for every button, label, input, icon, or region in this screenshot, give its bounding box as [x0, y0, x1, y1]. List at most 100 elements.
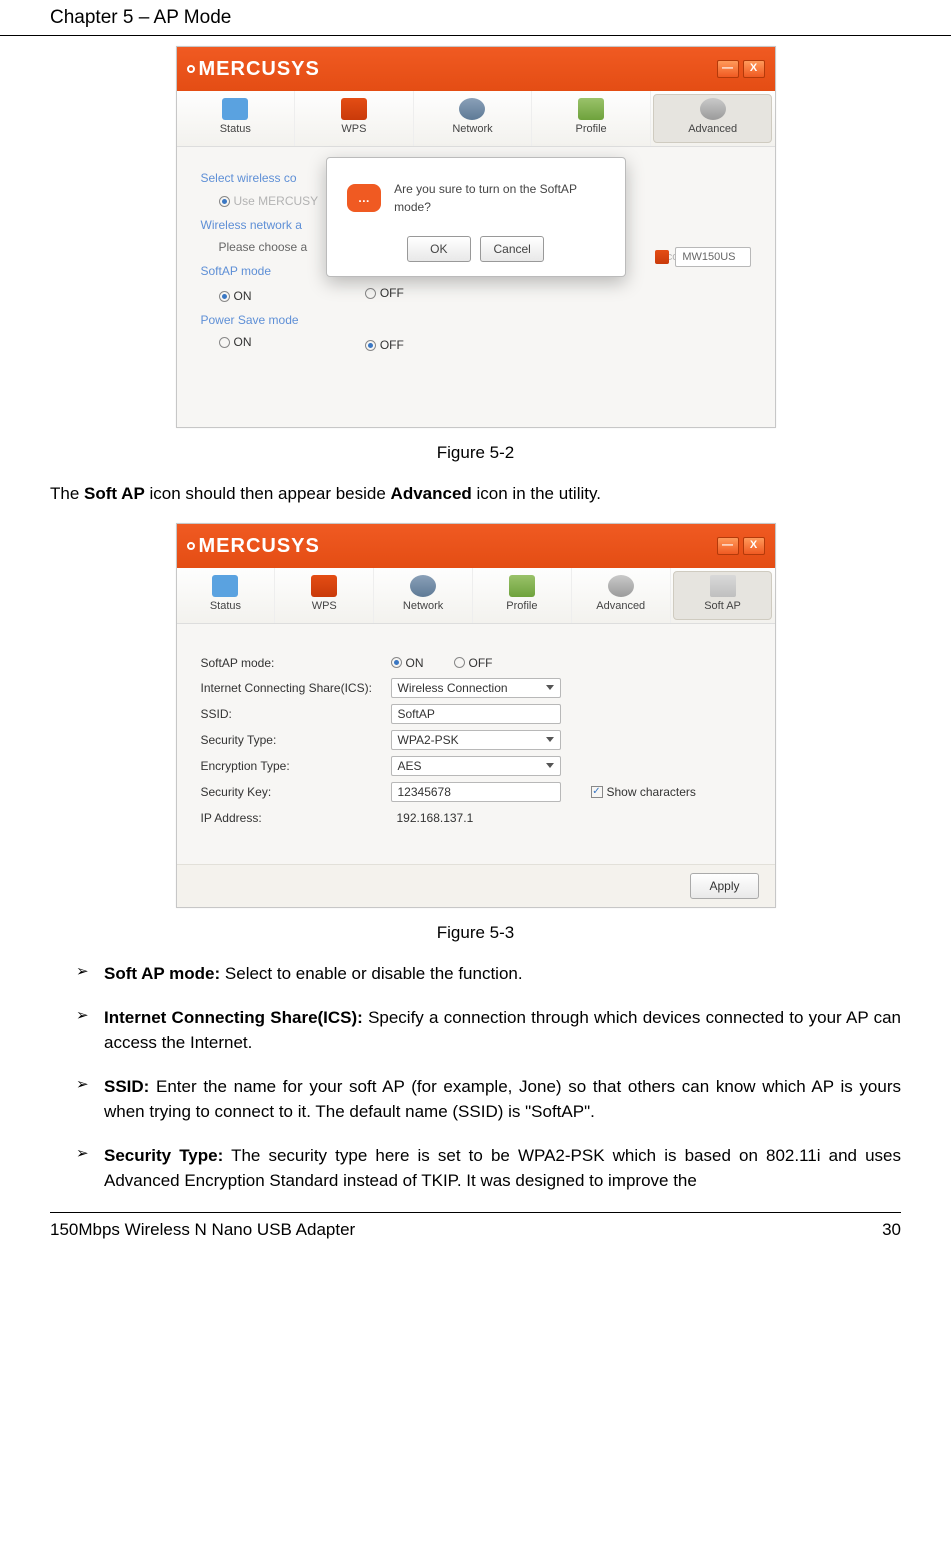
chevron-down-icon	[546, 763, 554, 768]
bullet-text: The security type here is set to be WPA2…	[104, 1146, 901, 1191]
value: WPA2-PSK	[398, 731, 459, 749]
value: SoftAP	[398, 705, 435, 723]
speech-bubble-icon: …	[347, 184, 381, 212]
radio-icon	[365, 288, 376, 299]
tab-label: Advanced	[596, 598, 645, 615]
bullet-label: SSID:	[104, 1077, 149, 1096]
advanced-term: Advanced	[391, 484, 472, 503]
bullet-ssid: ➢ SSID: Enter the name for your soft AP …	[76, 1074, 901, 1125]
window-controls: — X	[717, 60, 765, 78]
tab-label: Advanced	[688, 121, 737, 138]
network-icon	[459, 98, 485, 120]
tab-network[interactable]: Network	[374, 568, 473, 623]
minimize-button[interactable]: —	[717, 60, 739, 78]
close-button[interactable]: X	[743, 60, 765, 78]
row-enctype: Encryption Type: AES	[201, 756, 751, 776]
figure-5-3-caption: Figure 5-3	[50, 920, 901, 946]
cancel-button[interactable]: Cancel	[480, 236, 544, 262]
tab-profile[interactable]: Profile	[532, 91, 651, 146]
softap-on-radio[interactable]: ON	[391, 654, 424, 672]
softap-icon	[710, 575, 736, 597]
row-ip: IP Address: 192.168.137.1	[201, 808, 751, 828]
status-icon	[222, 98, 248, 120]
adapter-select[interactable]: MW150US	[675, 247, 750, 268]
radio-label: OFF	[380, 336, 404, 354]
use-mercusys-radio[interactable]: Use MERCUSY	[219, 192, 319, 210]
bullet-text: Enter the name for your soft AP (for exa…	[104, 1077, 901, 1122]
tab-status[interactable]: Status	[177, 568, 276, 623]
ics-select[interactable]: Wireless Connection	[391, 678, 561, 698]
tab-label: Profile	[506, 598, 537, 615]
arrow-icon: ➢	[76, 1143, 89, 1166]
tab-advanced[interactable]: Advanced	[653, 94, 773, 143]
close-button[interactable]: X	[743, 537, 765, 555]
ssid-input[interactable]: SoftAP	[391, 704, 561, 724]
tab-wps[interactable]: WPS	[295, 91, 414, 146]
arrow-icon: ➢	[76, 961, 89, 984]
label: Internet Connecting Share(ICS):	[201, 679, 391, 697]
tab-label: Status	[220, 121, 251, 138]
figure-5-2-caption: Figure 5-2	[50, 440, 901, 466]
window-controls: — X	[717, 537, 765, 555]
softap-off-radio[interactable]: OFF	[454, 654, 493, 672]
advanced-icon	[608, 575, 634, 597]
sectype-select[interactable]: WPA2-PSK	[391, 730, 561, 750]
bullet-ics: ➢ Internet Connecting Share(ICS): Specif…	[76, 1005, 901, 1056]
brand-logo: MERCUSYS	[187, 54, 320, 84]
enctype-select[interactable]: AES	[391, 756, 561, 776]
show-chars-checkbox[interactable]: ✓Show characters	[591, 783, 696, 801]
seckey-input[interactable]: 12345678	[391, 782, 561, 802]
wps-icon	[341, 98, 367, 120]
text: icon in the utility.	[472, 484, 601, 503]
text: The	[50, 484, 84, 503]
page-header: Chapter 5 – AP Mode	[0, 0, 951, 36]
tab-label: Network	[452, 121, 492, 138]
apply-button[interactable]: Apply	[690, 873, 758, 899]
label: IP Address:	[201, 809, 391, 827]
tab-profile[interactable]: Profile	[473, 568, 572, 623]
tab-bar: Status WPS Network Profile Advanced	[177, 91, 775, 147]
label: Encryption Type:	[201, 757, 391, 775]
bullet-text: Select to enable or disable the function…	[220, 964, 522, 983]
page-footer: 150Mbps Wireless N Nano USB Adapter 30	[50, 1212, 901, 1243]
adapter-dropdown[interactable]: MW150US	[655, 247, 750, 268]
brand-logo: MERCUSYS	[187, 531, 320, 561]
tab-status[interactable]: Status	[177, 91, 296, 146]
softap-panel: SoftAP mode: ON OFF Internet Connecting …	[177, 624, 775, 864]
ok-button[interactable]: OK	[407, 236, 471, 262]
tab-network[interactable]: Network	[414, 91, 533, 146]
section-powersave: Power Save mode	[201, 311, 751, 329]
tab-softap[interactable]: Soft AP	[673, 571, 773, 620]
label: Security Key:	[201, 783, 391, 801]
tab-label: Status	[210, 598, 241, 615]
content-area: MERCUSYS — X Status WPS Network Profile …	[0, 36, 951, 1194]
figure-5-3-window: MERCUSYS — X Status WPS Network Profile …	[176, 523, 776, 908]
label: SoftAP mode:	[201, 654, 391, 672]
power-on-radio[interactable]: ON	[219, 333, 252, 351]
title-bar: MERCUSYS — X	[177, 47, 775, 91]
radio-icon	[391, 657, 402, 668]
label: SSID:	[201, 705, 391, 723]
power-off-radio[interactable]: OFF	[365, 336, 404, 354]
value: 12345678	[398, 783, 451, 801]
tab-wps[interactable]: WPS	[275, 568, 374, 623]
row-ssid: SSID: SoftAP	[201, 704, 751, 724]
brand-dot-icon	[187, 65, 195, 73]
bullet-label: Soft AP mode:	[104, 964, 220, 983]
value: Wireless Connection	[398, 679, 508, 697]
softap-on-radio[interactable]: ON	[219, 287, 252, 305]
row-softap-mode: SoftAP mode: ON OFF	[201, 654, 751, 672]
minimize-button[interactable]: —	[717, 537, 739, 555]
softap-off-radio[interactable]: OFF	[365, 284, 404, 302]
intro-line: The Soft AP icon should then appear besi…	[50, 481, 901, 507]
bullet-label: Security Type:	[104, 1146, 223, 1165]
tab-advanced[interactable]: Advanced	[572, 568, 671, 623]
tab-label: WPS	[341, 121, 366, 138]
arrow-icon: ➢	[76, 1005, 89, 1028]
apply-row: Apply	[177, 864, 775, 907]
wps-icon	[311, 575, 337, 597]
radio-label: Use MERCUSY	[234, 192, 319, 210]
chevron-down-icon	[546, 737, 554, 742]
row-seckey: Security Key: 12345678 ✓Show characters	[201, 782, 751, 802]
adapter-value: MW150US	[682, 249, 735, 266]
